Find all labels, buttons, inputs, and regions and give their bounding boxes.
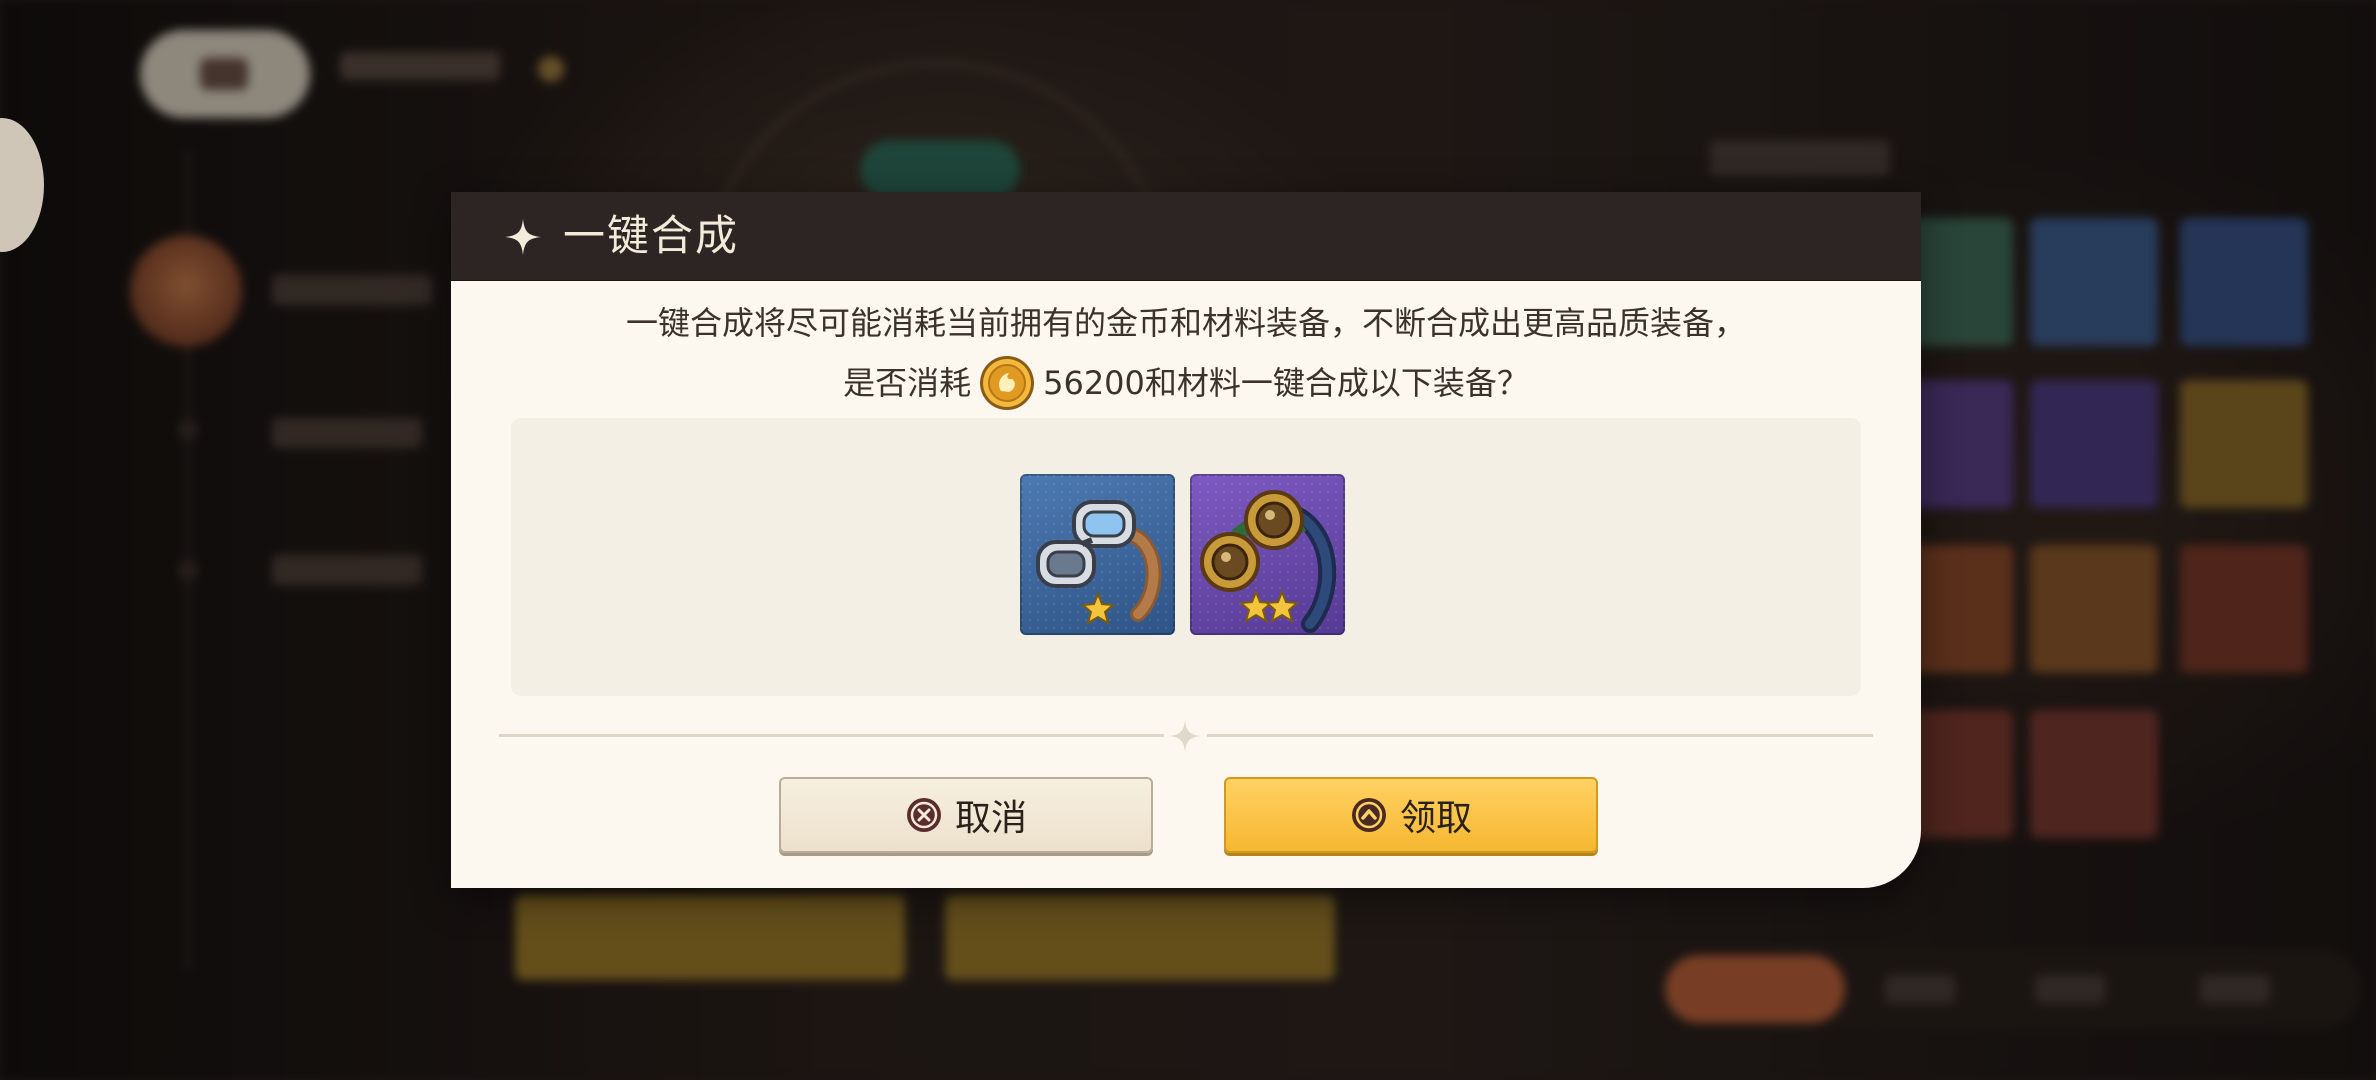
sparkle-icon — [505, 219, 541, 255]
cancel-button[interactable]: 取消 — [779, 777, 1153, 853]
divider-sparkle-icon — [1169, 720, 1201, 752]
equipment-item[interactable] — [1190, 474, 1345, 635]
claim-button-label: 领取 — [1399, 798, 1472, 839]
claim-button[interactable]: 领取 — [1224, 777, 1598, 853]
up-chevron-circle-icon — [1351, 798, 1386, 832]
synthesis-dialog: 一键合成 一键合成将尽可能消耗当前拥有的金币和材料装备，不断合成出更高品质装备，… — [451, 192, 1921, 888]
result-items-panel — [511, 418, 1861, 696]
message-prefix: 是否消耗 — [843, 364, 972, 402]
message-suffix: 和材料一键合成以下装备？ — [1144, 364, 1529, 402]
gold-coin-icon — [980, 356, 1035, 410]
coin-amount: 56200 — [1043, 364, 1145, 402]
brass-goggles-icon — [1190, 474, 1345, 635]
divider-right — [1207, 734, 1873, 737]
equipment-item[interactable] — [1020, 474, 1175, 635]
message-line-1: 一键合成将尽可能消耗当前拥有的金币和材料装备，不断合成出更高品质装备， — [625, 304, 1746, 342]
goggles-icon — [1020, 474, 1175, 635]
x-circle-icon — [906, 798, 941, 832]
cancel-button-label: 取消 — [954, 798, 1027, 839]
dialog-header: 一键合成 — [451, 192, 1921, 281]
divider-left — [499, 734, 1164, 737]
message-line-2: 是否消耗 56200 和材料一键合成以下装备？ — [451, 355, 1921, 411]
dialog-title: 一键合成 — [563, 211, 740, 260]
